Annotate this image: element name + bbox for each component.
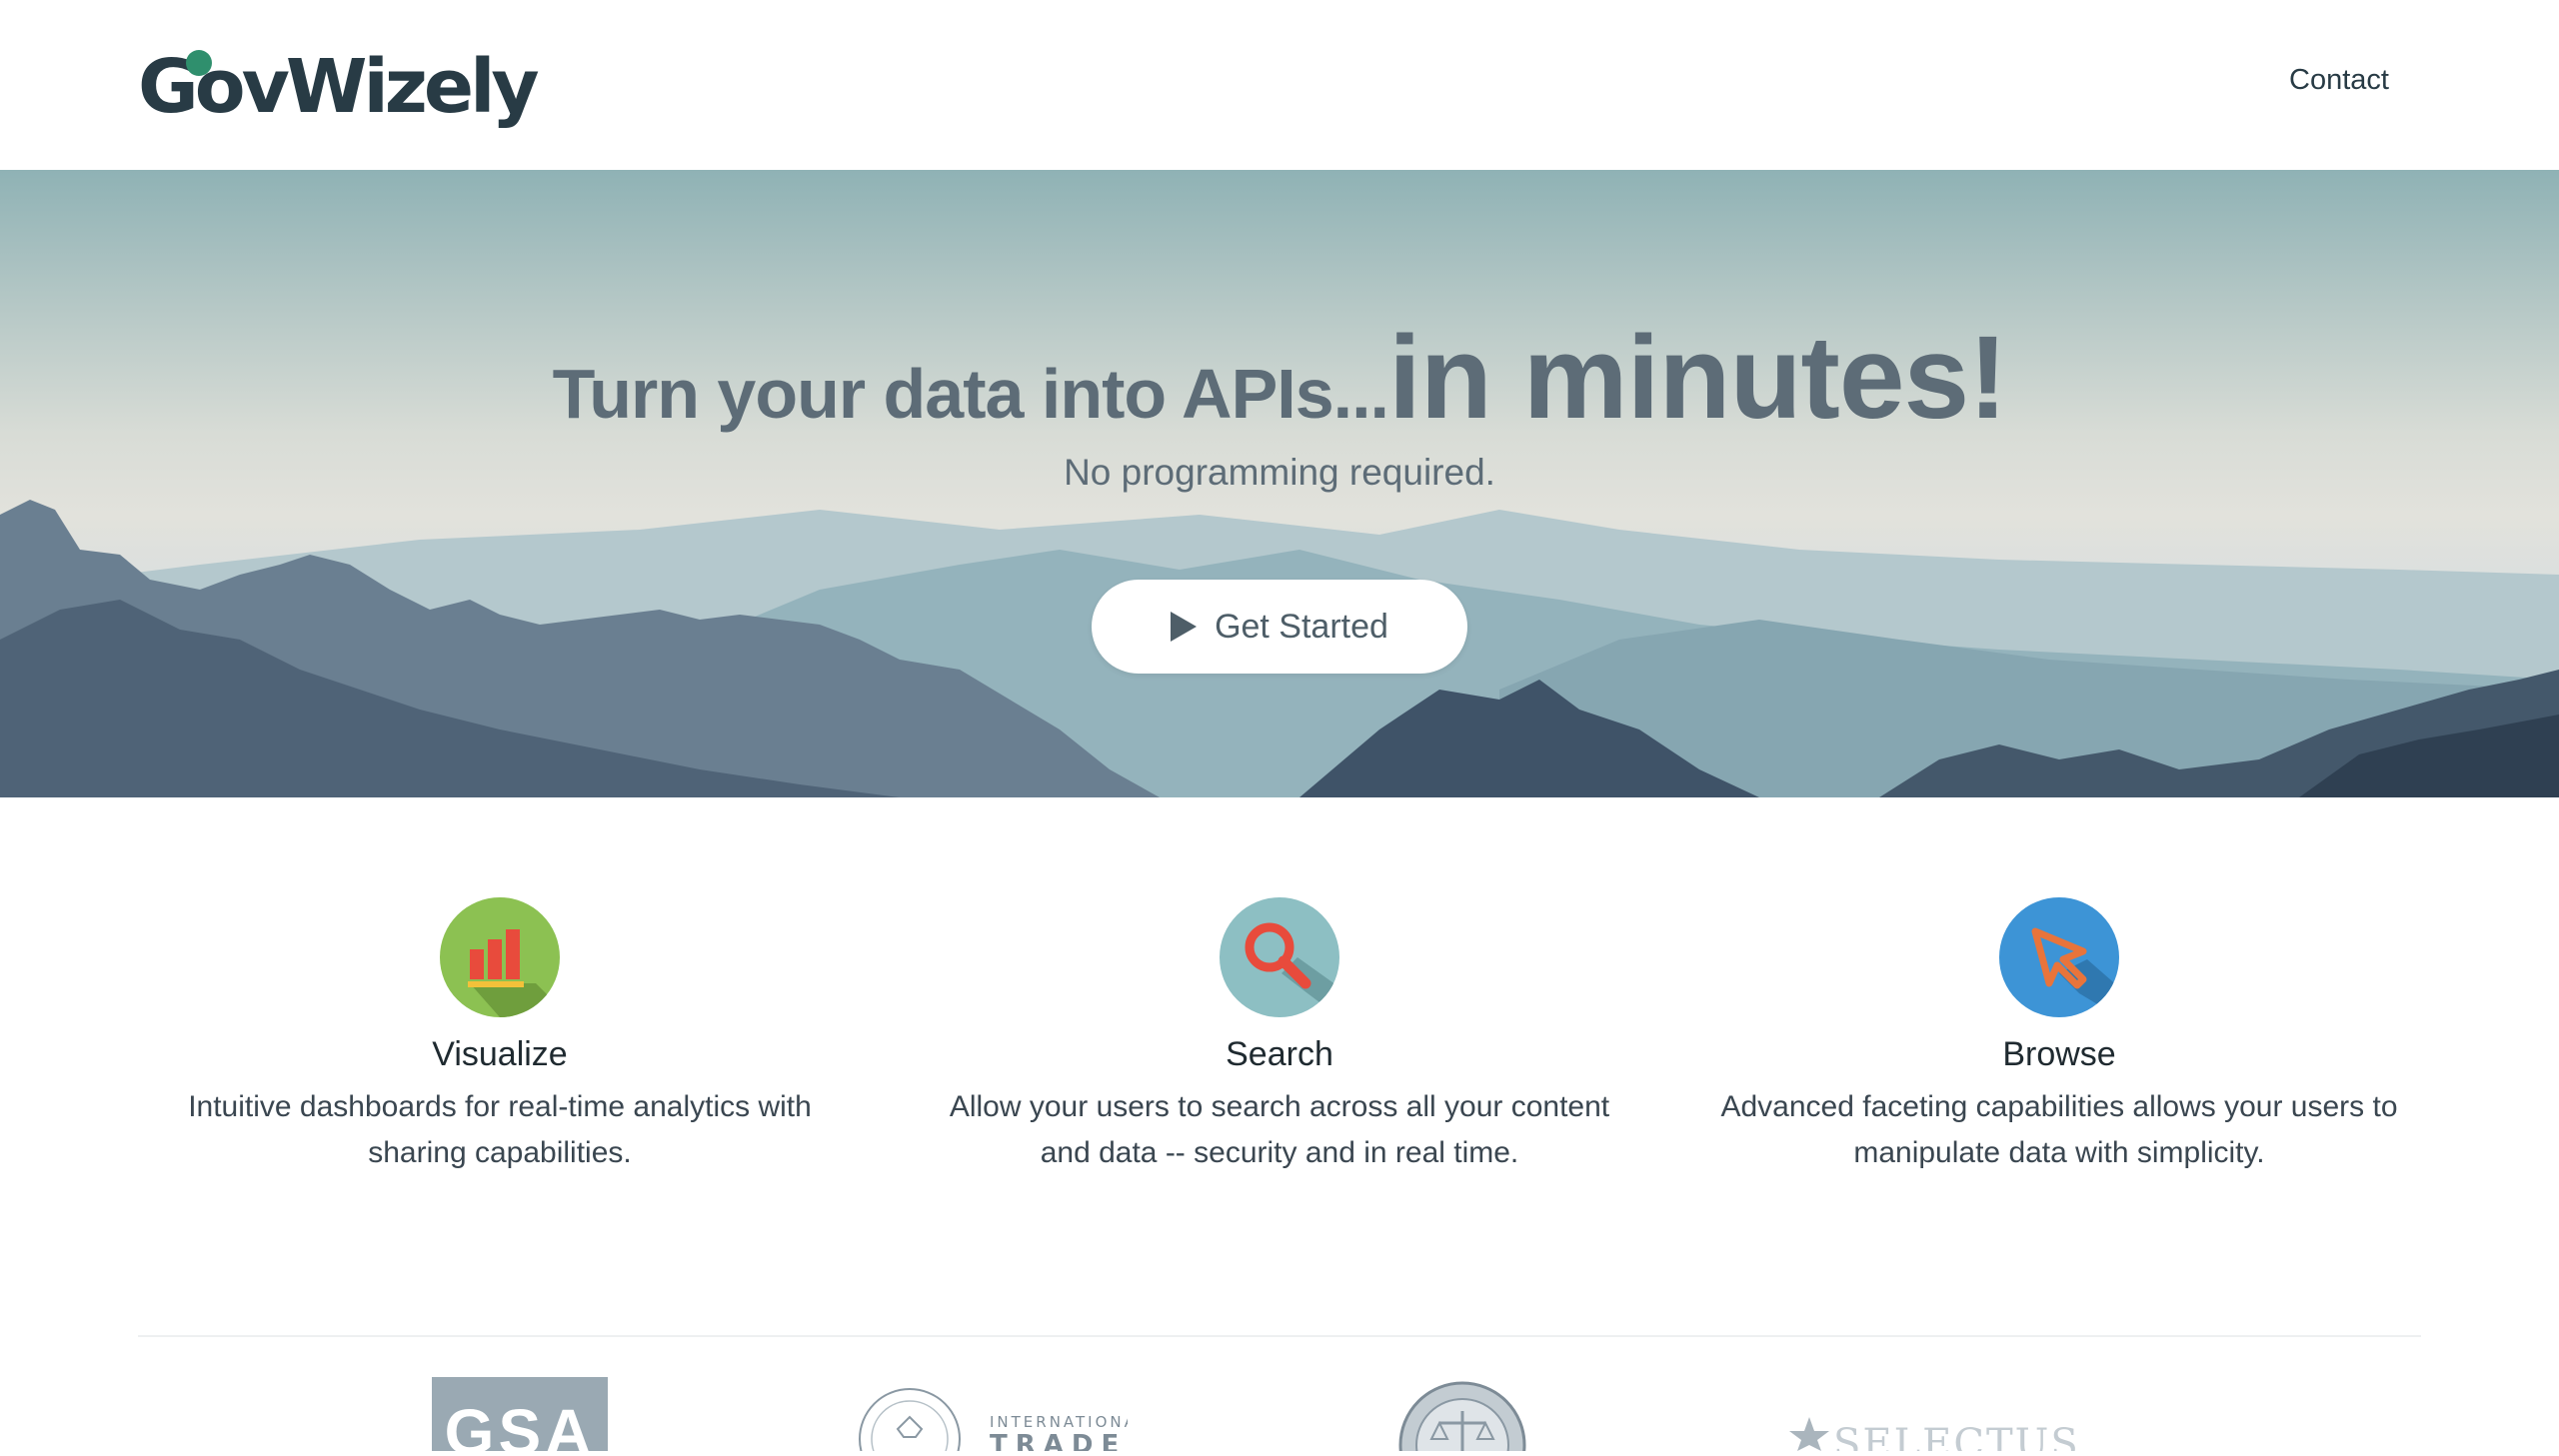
feature-title: Visualize <box>432 1035 568 1073</box>
section-divider <box>138 1335 2421 1337</box>
feature-browse: Browse Advanced faceting capabilities al… <box>1689 897 2429 1176</box>
feature-visualize: Visualize Intuitive dashboards for real-… <box>130 897 870 1176</box>
headline-emphasis: in minutes! <box>1388 312 2007 444</box>
hero-banner: Turn your data into APIs...in minutes! N… <box>0 170 2559 797</box>
palm-leaf-icon <box>186 50 212 76</box>
ita-logo-line2: TRADE <box>990 1430 1127 1451</box>
feature-description: Advanced faceting capabilities allows yo… <box>1720 1090 2398 1169</box>
feature-title: Browse <box>2002 1035 2116 1073</box>
ita-logo-line1: INTERNATIONAL <box>990 1413 1128 1431</box>
site-header: GovWizely Contact <box>0 0 2559 170</box>
headline-lead: Turn your data into APIs... <box>552 355 1389 433</box>
get-started-label: Get Started <box>1215 607 1388 646</box>
feature-search: Search Allow your users to search across… <box>910 897 1649 1176</box>
feature-description: Intuitive dashboards for real-time analy… <box>188 1090 812 1169</box>
ftc-seal-logo <box>1397 1377 1527 1456</box>
get-started-button[interactable]: Get Started <box>1092 580 1467 674</box>
selectusa-logo: SELECTUSA <box>1783 1377 2109 1456</box>
play-icon <box>1171 612 1198 642</box>
cursor-arrow-icon <box>1999 897 2119 1017</box>
magnifier-icon <box>1220 897 1339 1017</box>
govwizely-logo[interactable]: GovWizely <box>138 42 540 132</box>
hero-subheadline: No programming required. <box>1064 452 1495 493</box>
selectusa-logo-text: SELECTUSA <box>1833 1421 2083 1451</box>
nav-contact-link[interactable]: Contact <box>2289 64 2389 97</box>
hero-headline: Turn your data into APIs...in minutes! <box>0 310 2559 446</box>
feature-title: Search <box>1226 1035 1333 1073</box>
gsa-logo: GSA <box>432 1377 608 1451</box>
bar-chart-icon <box>440 897 560 1017</box>
ita-logo: INTERNATIONAL TRADE <box>858 1377 1146 1456</box>
feature-description: Allow your users to search across all yo… <box>949 1090 1610 1169</box>
